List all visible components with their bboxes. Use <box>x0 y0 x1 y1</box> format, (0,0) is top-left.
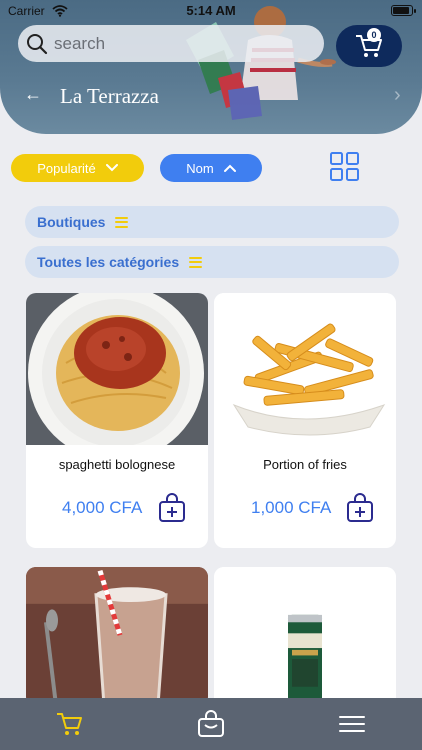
next-arrow-icon[interactable]: › <box>394 84 401 107</box>
list-icon <box>115 216 129 228</box>
product-price: 4,000 CFA <box>62 498 143 517</box>
status-bar: Carrier 5:14 AM <box>0 0 422 22</box>
categories-filter[interactable]: Toutes les catégories <box>25 246 399 278</box>
sort-name-button[interactable]: Nom <box>160 154 262 182</box>
product-card[interactable]: spaghetti bolognese 4,000 CFA <box>26 293 208 548</box>
chevron-down-icon <box>105 164 118 172</box>
search-icon <box>27 33 48 54</box>
product-name: Portion of fries <box>263 457 347 472</box>
sort-popularity-button[interactable]: Popularité <box>11 154 144 182</box>
milkshake-image <box>26 567 208 707</box>
product-card[interactable] <box>26 567 208 707</box>
cart-count-badge: 0 <box>367 28 381 42</box>
product-price: 1,000 CFA <box>251 498 332 517</box>
store-title: La Terrazza <box>60 84 159 108</box>
search-bar[interactable] <box>18 25 324 62</box>
search-input[interactable] <box>54 33 294 54</box>
cart-button[interactable]: 0 <box>336 25 402 67</box>
chevron-up-icon <box>223 164 236 172</box>
cart-tab-icon[interactable] <box>56 710 84 738</box>
battery-icon <box>391 5 416 16</box>
beer-can-image <box>214 567 396 707</box>
fries-image <box>214 293 396 445</box>
shopping-bag-tab-icon[interactable] <box>197 710 225 738</box>
add-to-bag-icon[interactable] <box>346 493 374 523</box>
shops-filter[interactable]: Boutiques <box>25 206 399 238</box>
menu-icon[interactable] <box>338 710 366 738</box>
product-card[interactable] <box>214 567 396 707</box>
product-card[interactable]: Portion of fries 1,000 CFA <box>214 293 396 548</box>
sort-popularity-label: Popularité <box>37 160 96 176</box>
grid-view-icon[interactable] <box>330 152 359 181</box>
store-header: Carrier 5:14 AM 0 ← La Terrazza › <box>0 0 422 134</box>
sort-name-label: Nom <box>186 160 214 176</box>
categories-filter-label: Toutes les catégories <box>37 254 180 270</box>
clock: 5:14 AM <box>186 3 236 18</box>
spaghetti-image <box>26 293 208 445</box>
list-icon <box>189 256 203 268</box>
back-arrow-icon[interactable]: ← <box>24 84 42 105</box>
shops-filter-label: Boutiques <box>37 214 106 230</box>
add-to-bag-icon[interactable] <box>158 493 186 523</box>
product-name: spaghetti bolognese <box>58 457 176 472</box>
bottom-navigation <box>0 698 422 750</box>
